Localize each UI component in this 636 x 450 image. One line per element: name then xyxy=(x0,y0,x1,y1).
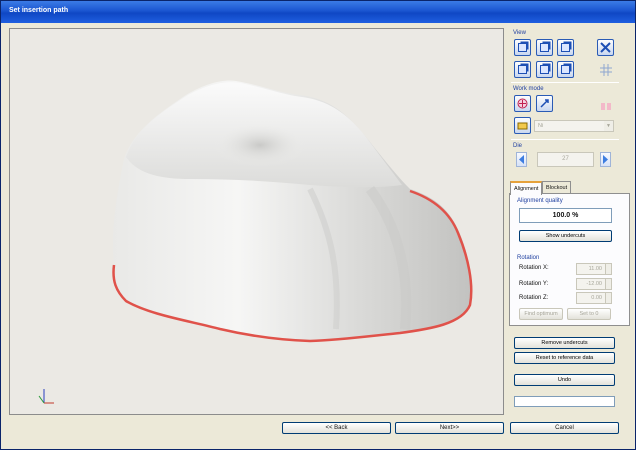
color-tool-button[interactable] xyxy=(597,97,614,114)
view-top-button[interactable] xyxy=(514,61,531,78)
insertion-path-window: Set insertion path View Work mode Ni ▼ D… xyxy=(0,0,636,450)
rotation-z-spinner[interactable] xyxy=(605,292,612,304)
rotation-x-field[interactable]: 11.00 xyxy=(576,263,606,275)
view-left-button[interactable] xyxy=(557,39,574,56)
next-button[interactable]: Next>> xyxy=(395,422,504,434)
remove-undercuts-button[interactable]: Remove undercuts xyxy=(514,337,615,349)
die-field[interactable]: 27 xyxy=(537,152,594,167)
view-bottom-icon xyxy=(540,65,549,74)
chevron-down-icon: ▼ xyxy=(604,121,613,131)
rotation-group-label: Rotation xyxy=(517,255,540,261)
work-mode-icon xyxy=(517,98,528,109)
window-title: Set insertion path xyxy=(9,7,69,14)
color-tool-icon xyxy=(600,102,611,110)
set-to-zero-button[interactable]: Set to 0 xyxy=(567,308,611,320)
material-icon xyxy=(517,122,528,130)
back-button[interactable]: << Back xyxy=(282,422,391,434)
material-button[interactable] xyxy=(514,117,531,134)
view-group-label: View xyxy=(513,30,526,36)
separator xyxy=(511,139,619,140)
occlusal-dip xyxy=(214,123,306,167)
prev-arrow-icon xyxy=(519,155,524,164)
3d-viewport[interactable] xyxy=(9,28,504,415)
work-mode-button[interactable] xyxy=(514,95,531,112)
view-left-icon xyxy=(561,43,570,52)
rotation-y-label: Rotation Y: xyxy=(519,281,549,287)
tab-alignment[interactable]: Alignment xyxy=(510,181,543,195)
cancel-button[interactable]: Cancel xyxy=(510,422,619,434)
rotation-y-field[interactable]: -12.00 xyxy=(576,278,606,290)
undo-button[interactable]: Undo xyxy=(514,374,615,386)
rotation-x-label: Rotation X: xyxy=(519,265,549,271)
view-front-button[interactable] xyxy=(514,39,531,56)
rotation-x-spinner[interactable] xyxy=(605,263,612,275)
tooth-model xyxy=(38,80,473,404)
work-mode-2-button[interactable] xyxy=(536,95,553,112)
view-top-icon xyxy=(518,65,527,74)
workmode-group-label: Work mode xyxy=(513,86,544,92)
reset-reference-button[interactable]: Reset to reference data xyxy=(514,352,615,364)
material-combo-value: Ni xyxy=(538,123,544,129)
view-back-icon xyxy=(540,43,549,52)
rotation-z-label: Rotation Z: xyxy=(519,295,549,301)
alignment-quality-value: 100.0 % xyxy=(519,208,612,223)
view-side-icon xyxy=(561,65,570,74)
view-front-icon xyxy=(518,43,527,52)
rotation-z-field[interactable]: 0.00 xyxy=(576,292,606,304)
die-group-label: Die xyxy=(513,143,523,149)
material-combo[interactable]: Ni ▼ xyxy=(534,120,614,132)
axis-gizmo-icon xyxy=(38,389,54,404)
fit-view-button[interactable] xyxy=(597,39,614,56)
prev-die-button[interactable] xyxy=(516,152,527,167)
separator xyxy=(511,82,619,83)
grid-icon xyxy=(599,63,612,76)
view-back-button[interactable] xyxy=(536,39,553,56)
next-die-button[interactable] xyxy=(600,152,611,167)
alignment-quality-label: Alignment quality xyxy=(517,198,563,204)
work-mode-2-icon xyxy=(540,99,549,108)
title-bar: Set insertion path xyxy=(1,1,635,23)
rotation-y-spinner[interactable] xyxy=(605,278,612,290)
view-bottom-button[interactable] xyxy=(536,61,553,78)
show-undercuts-button[interactable]: Show undercuts xyxy=(519,230,612,242)
fit-view-icon xyxy=(600,42,611,53)
status-field xyxy=(514,396,615,407)
grid-button[interactable] xyxy=(597,61,614,78)
find-optimum-button[interactable]: Find optimum xyxy=(519,308,563,320)
next-arrow-icon xyxy=(603,155,608,164)
view-side-button[interactable] xyxy=(557,61,574,78)
